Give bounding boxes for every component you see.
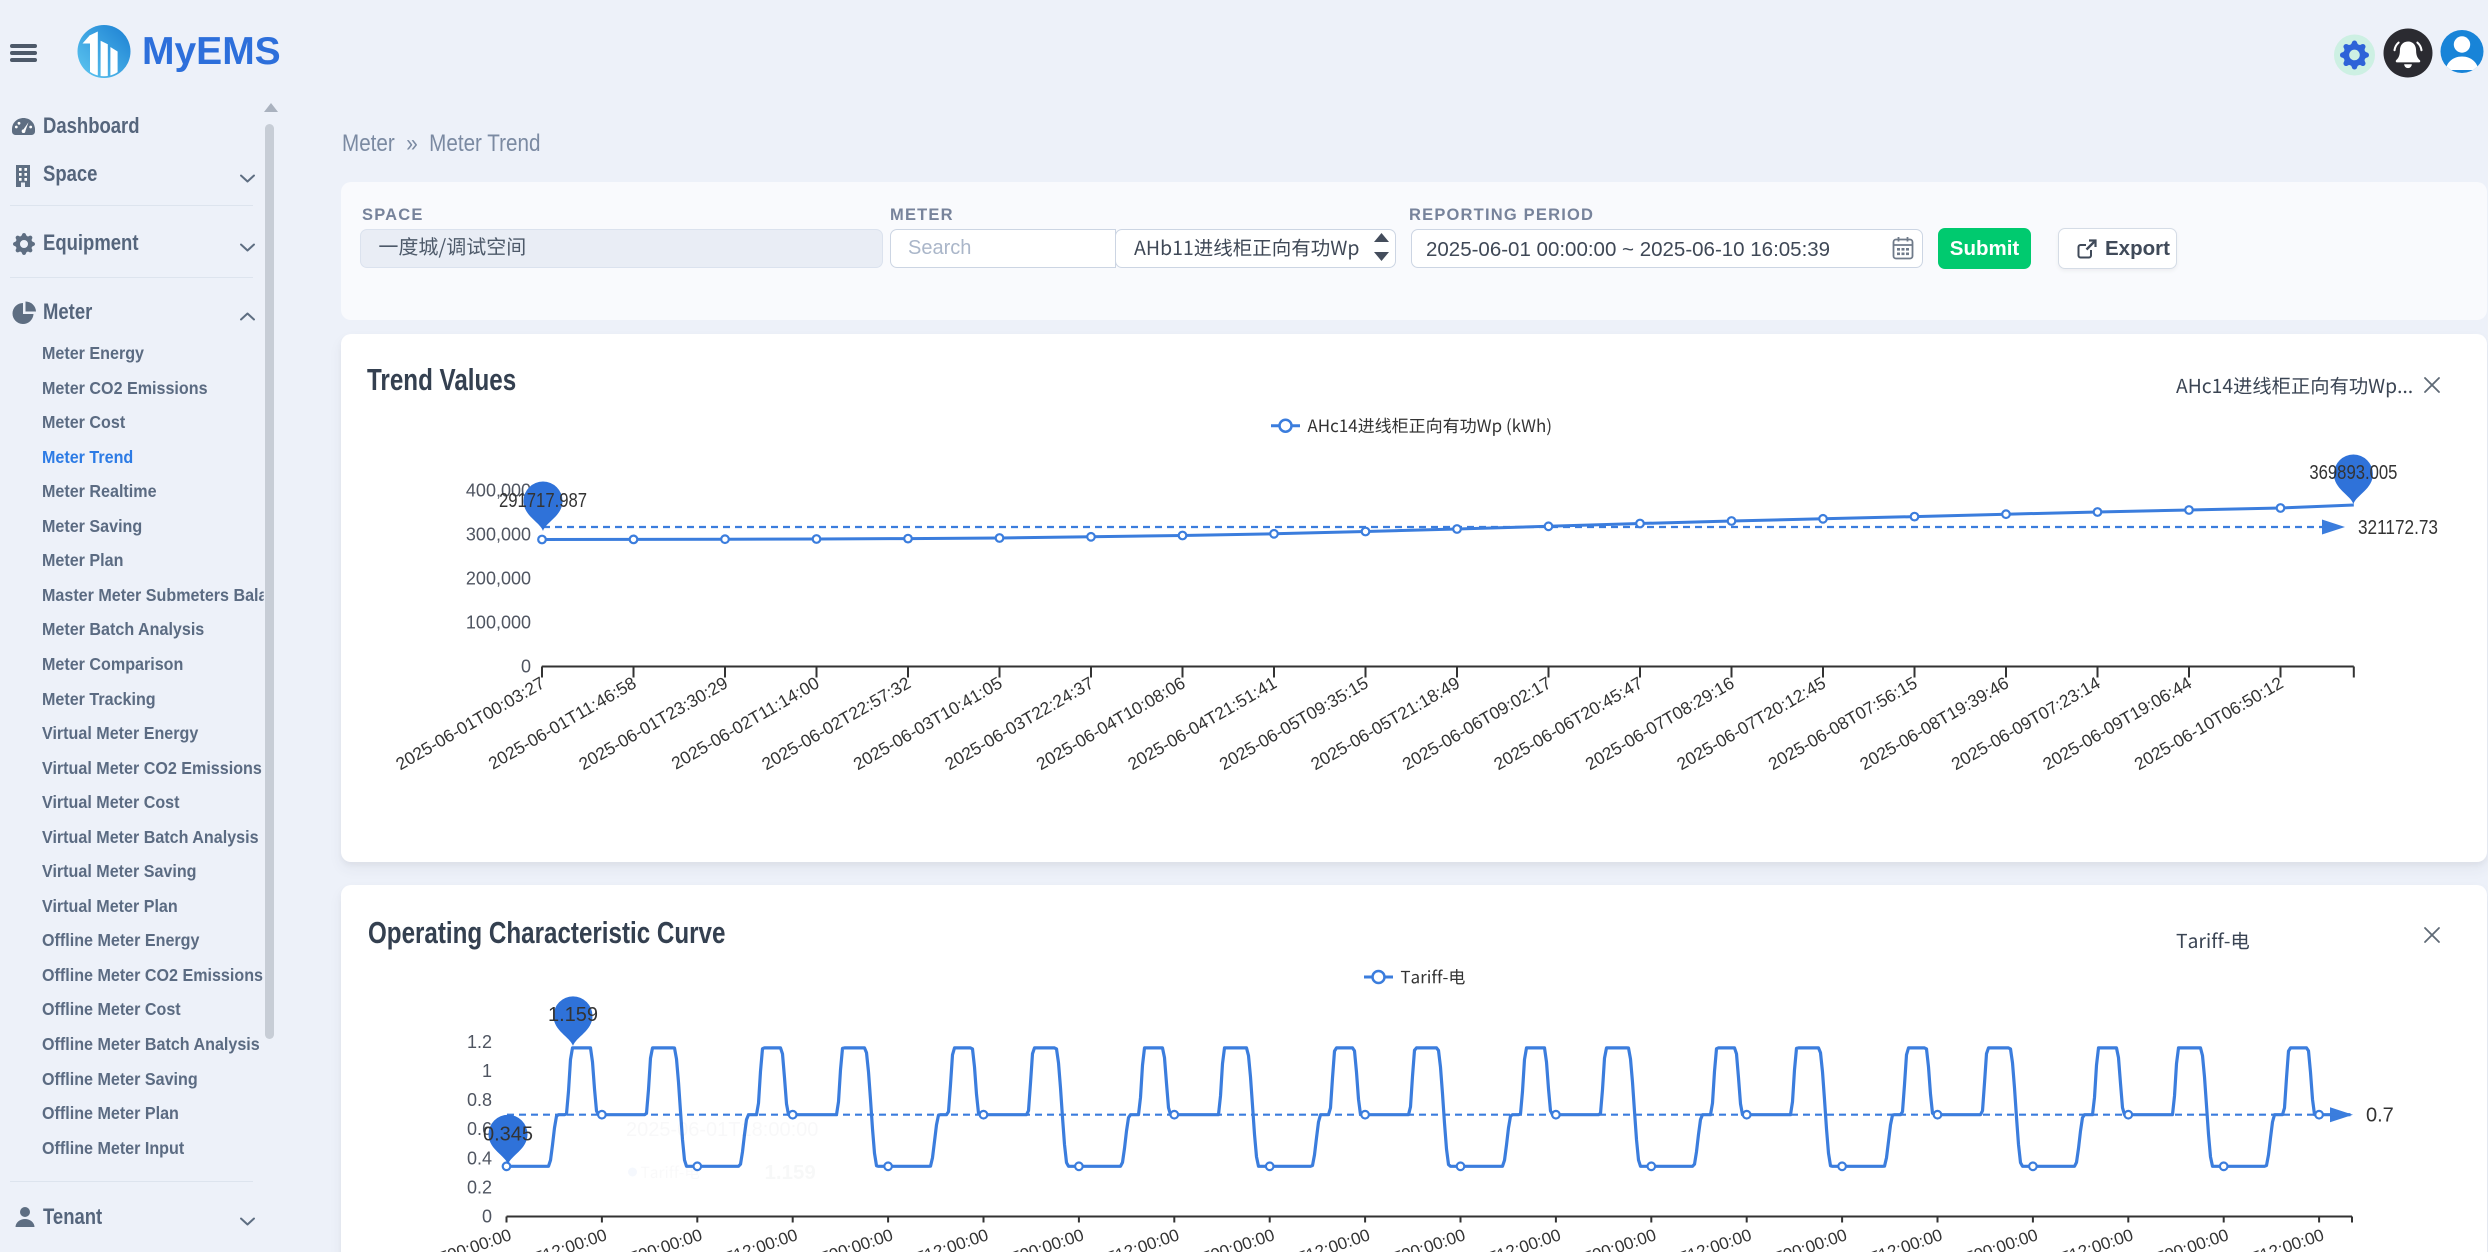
svg-text:2025-06-01T18:00:00: 2025-06-01T18:00:00 — [626, 1119, 818, 1141]
svg-text:0.2: 0.2 — [467, 1177, 492, 1197]
svg-text:2025-06-02T11:14:00: 2025-06-02T11:14:00 — [668, 673, 823, 774]
svg-text:1.2: 1.2 — [467, 1032, 492, 1052]
svg-text:1.159: 1.159 — [548, 1004, 598, 1026]
svg-text:321172.73: 321172.73 — [2358, 517, 2438, 539]
svg-text:2025-06-03T10:41:05: 2025-06-03T10:41:05 — [850, 673, 1006, 774]
svg-text:2025-06-05T09:35:15: 2025-06-05T09:35:15 — [1216, 673, 1372, 774]
svg-text:0: 0 — [521, 656, 531, 676]
svg-text:2025-06-02T22:57:32: 2025-06-02T22:57:32 — [758, 673, 914, 774]
svg-text:2025-06-01T23:30:29: 2025-06-01T23:30:29 — [575, 673, 731, 774]
svg-text:291717.987: 291717.987 — [499, 490, 587, 512]
svg-text:2025-06-01T00:00:00: 2025-06-01T00:00:00 — [353, 1225, 514, 1252]
svg-text:369893.005: 369893.005 — [2309, 462, 2397, 484]
svg-text:2025-06-09T07:23:14: 2025-06-09T07:23:14 — [1948, 673, 2104, 775]
svg-text:0.8: 0.8 — [467, 1090, 492, 1110]
svg-text:200,000: 200,000 — [466, 568, 531, 588]
svg-text:2025-06-04T21:51:41: 2025-06-04T21:51:41 — [1124, 673, 1280, 774]
svg-text:0.4: 0.4 — [467, 1148, 492, 1168]
svg-text:2025-06-07T08:29:16: 2025-06-07T08:29:16 — [1582, 673, 1738, 774]
svg-text:100,000: 100,000 — [466, 612, 531, 632]
svg-text:0.7: 0.7 — [2366, 1105, 2394, 1127]
svg-text:2025-06-06T09:02:17: 2025-06-06T09:02:17 — [1399, 673, 1555, 774]
svg-text:2025-06-08T19:39:46: 2025-06-08T19:39:46 — [1856, 673, 2012, 774]
svg-text:2025-06-06T20:45:47: 2025-06-06T20:45:47 — [1490, 673, 1646, 774]
svg-text:2025-06-05T21:18:49: 2025-06-05T21:18:49 — [1307, 673, 1463, 774]
svg-text:2025-06-08T07:56:15: 2025-06-08T07:56:15 — [1765, 673, 1921, 774]
svg-text:1: 1 — [482, 1061, 492, 1081]
svg-text:300,000: 300,000 — [466, 524, 531, 544]
svg-text:2025-06-09T19:06:44: 2025-06-09T19:06:44 — [2039, 673, 2195, 775]
svg-text:2025-06-01T00:03:27: 2025-06-01T00:03:27 — [392, 673, 548, 774]
svg-text:2025-06-03T22:24:37: 2025-06-03T22:24:37 — [941, 673, 1097, 774]
svg-text:1.159: 1.159 — [765, 1161, 816, 1184]
svg-text:2025-06-07T20:12:45: 2025-06-07T20:12:45 — [1673, 673, 1829, 774]
svg-text:2025-06-10T06:50:12: 2025-06-10T06:50:12 — [2131, 673, 2287, 774]
svg-text:2025-06-04T10:08:06: 2025-06-04T10:08:06 — [1033, 673, 1189, 774]
svg-text:0.345: 0.345 — [483, 1123, 533, 1145]
svg-text:0: 0 — [482, 1207, 492, 1227]
svg-text:2025-06-01T11:46:58: 2025-06-01T11:46:58 — [485, 673, 640, 774]
